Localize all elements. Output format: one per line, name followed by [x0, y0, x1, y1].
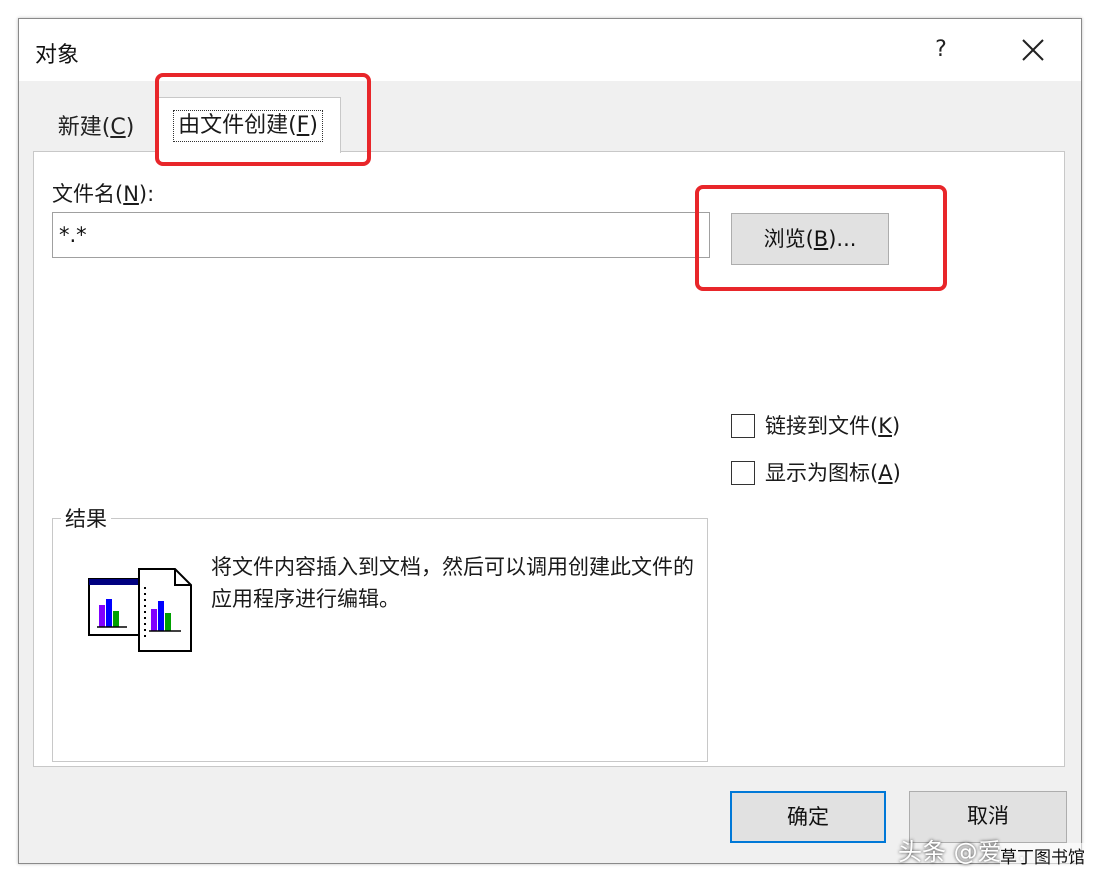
embedded-object-icon [88, 568, 192, 652]
close-icon [1022, 39, 1044, 61]
tab-create-new-suffix: ) [125, 115, 135, 140]
browse-mnemonic: B [813, 227, 829, 251]
object-dialog: 对象 ? 新建(C) 文件名(N): 浏览(B)... 链接到文件(K) 显示为… [18, 18, 1082, 864]
browse-suffix: )... [828, 227, 857, 251]
link-to-file-text: 链接到文件( [765, 414, 879, 438]
tab-create-from-file-suffix: ) [309, 113, 318, 138]
display-as-icon-text: 显示为图标( [765, 461, 879, 485]
filename-label-mnemonic: N [123, 182, 139, 206]
close-button[interactable] [1011, 31, 1055, 69]
watermark-site: 草丁图书馆 [1000, 843, 1085, 868]
browse-button[interactable]: 浏览(B)... [731, 213, 889, 265]
tab-create-from-file-focus: 由文件创建(F) [173, 110, 323, 142]
tab-create-new[interactable]: 新建(C) [37, 105, 155, 153]
browse-label: 浏览( [763, 227, 814, 251]
tab-create-new-label: 新建( [57, 115, 111, 140]
tab-create-from-file-label: 由文件创建( [178, 113, 297, 138]
dialog-title: 对象 [35, 43, 80, 68]
display-as-icon-box[interactable] [731, 461, 755, 485]
link-to-file-checkbox[interactable]: 链接到文件(K) [731, 410, 931, 440]
link-to-file-box[interactable] [731, 414, 755, 438]
result-description: 将文件内容插入到文档，然后可以调用创建此文件的应用程序进行编辑。 [211, 555, 694, 611]
display-as-icon-suffix: ) [892, 461, 901, 485]
display-as-icon-checkbox[interactable]: 显示为图标(A) [731, 457, 931, 487]
result-group: 结果 将文件内容插入到文档，然后可以调用创建此文件的应用程序进行编辑。 [52, 503, 708, 762]
tab-create-from-file[interactable]: 由文件创建(F) [155, 97, 341, 153]
filename-label-suffix: ): [138, 182, 155, 206]
link-to-file-suffix: ) [891, 414, 901, 438]
result-legend: 结果 [61, 503, 111, 533]
filename-label-prefix: 文件名( [52, 182, 124, 206]
link-to-file-label: 链接到文件(K) [765, 410, 900, 442]
help-button[interactable]: ? [921, 33, 961, 67]
tab-create-from-file-mnemonic: F [296, 113, 310, 138]
filename-label: 文件名(N): [52, 178, 154, 208]
display-as-icon-mnemonic: A [878, 461, 893, 485]
title-bar: 对象 ? [19, 19, 1081, 81]
ok-button[interactable]: 确定 [730, 791, 886, 843]
tab-create-new-mnemonic: C [110, 115, 126, 140]
link-to-file-mnemonic: K [878, 414, 892, 438]
filename-input[interactable] [52, 212, 710, 258]
tab-panel: 文件名(N): 浏览(B)... 链接到文件(K) 显示为图标(A) 结果 [33, 151, 1065, 767]
display-as-icon-label: 显示为图标(A) [765, 457, 901, 489]
